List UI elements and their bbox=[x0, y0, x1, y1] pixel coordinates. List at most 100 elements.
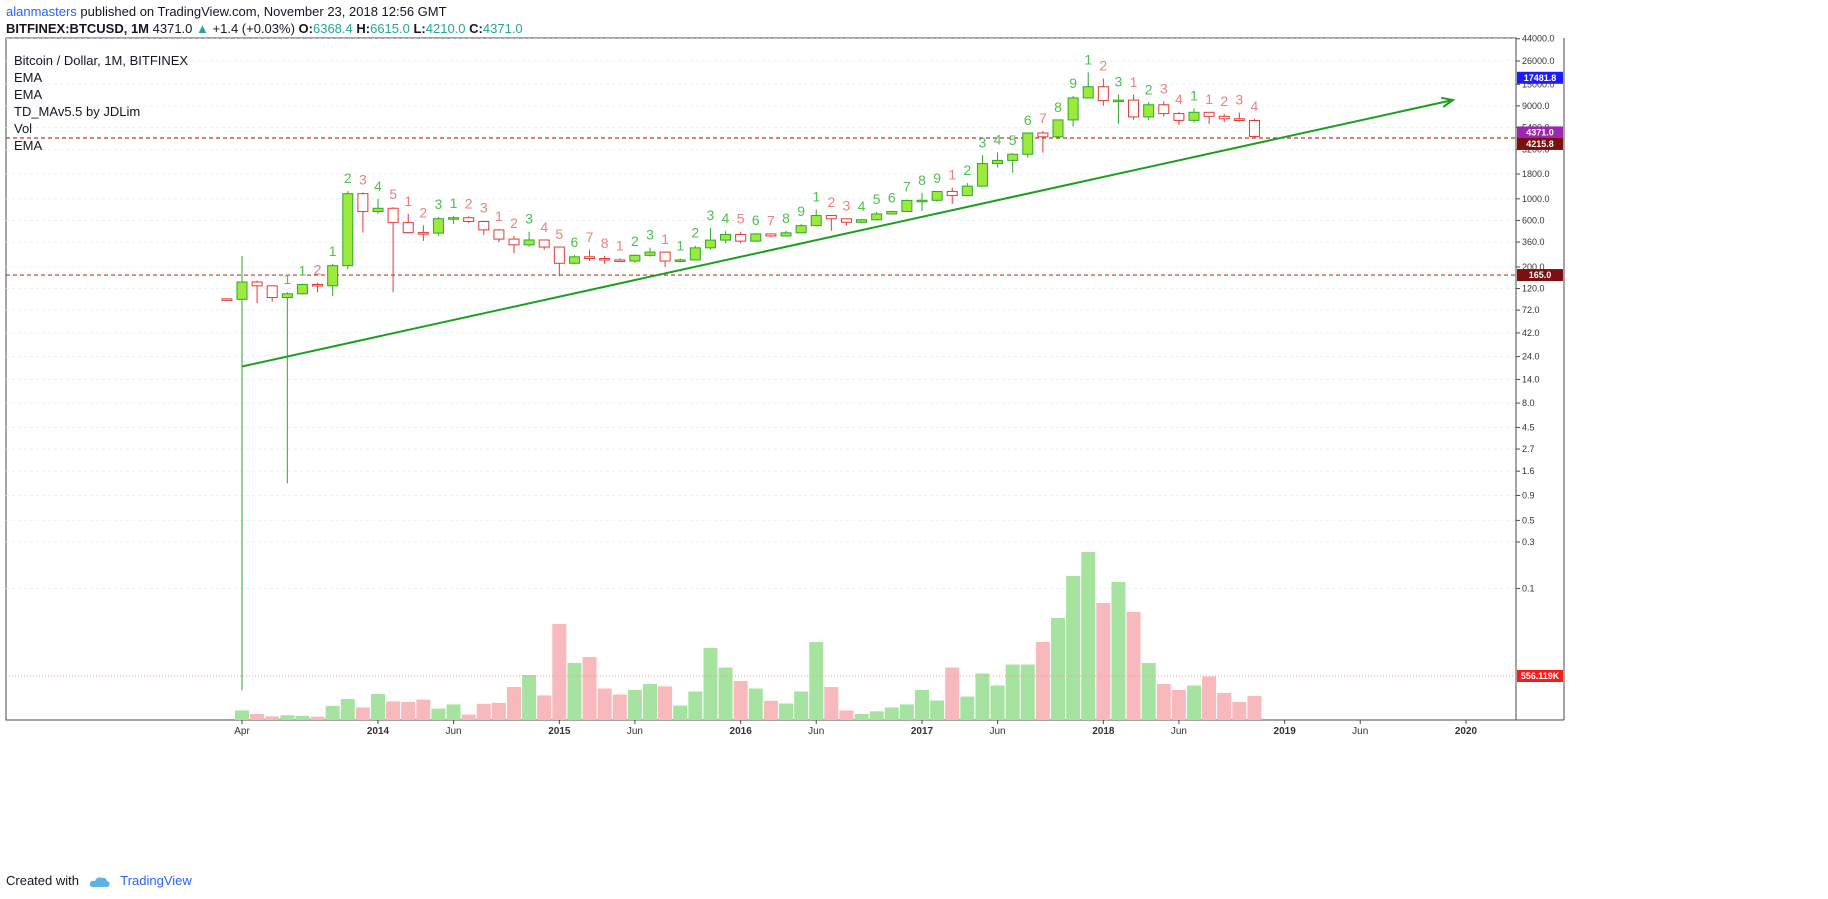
td-count-label: 5 bbox=[389, 186, 397, 202]
candle-body bbox=[1158, 104, 1170, 115]
x-tick-label: Jun bbox=[808, 726, 824, 737]
td-count-label: 7 bbox=[903, 179, 911, 195]
td-count-label: 4 bbox=[1251, 98, 1259, 114]
td-count-label: 1 bbox=[812, 188, 820, 204]
volume-bar bbox=[1111, 582, 1126, 720]
td-count-label: 3 bbox=[843, 198, 851, 214]
td-count-label: 2 bbox=[1220, 93, 1228, 109]
legend-item-ema-3[interactable]: EMA bbox=[14, 137, 188, 154]
td-count-label: 2 bbox=[1099, 58, 1107, 74]
td-count-label: 2 bbox=[963, 162, 971, 178]
td-count-label: 2 bbox=[691, 225, 699, 241]
td-count-label: 2 bbox=[631, 233, 639, 249]
legend-item-ema-1[interactable]: EMA bbox=[14, 69, 188, 86]
volume-bar bbox=[1081, 552, 1096, 720]
y-tick-label: 1000.0 bbox=[1522, 194, 1550, 204]
y-tick-label: 0.5 bbox=[1522, 515, 1535, 525]
volume-bar bbox=[1156, 684, 1171, 720]
candle-body bbox=[614, 259, 626, 262]
td-count-label: 3 bbox=[359, 171, 367, 187]
volume-bar bbox=[809, 642, 824, 720]
candle-body bbox=[1097, 86, 1109, 102]
candle-body bbox=[508, 238, 520, 246]
td-count-label: 1 bbox=[495, 208, 503, 224]
volume-bar bbox=[431, 708, 446, 720]
td-count-label: 1 bbox=[948, 167, 956, 183]
candle-body bbox=[463, 217, 475, 223]
volume-bar bbox=[552, 624, 567, 720]
tradingview-link[interactable]: TradingView bbox=[120, 873, 192, 888]
td-count-label: 1 bbox=[1190, 87, 1198, 103]
legend-item-ema-2[interactable]: EMA bbox=[14, 86, 188, 103]
price-badge-label: 165.0 bbox=[1529, 270, 1552, 280]
td-count-label: 1 bbox=[1130, 74, 1138, 90]
candle-body bbox=[387, 207, 399, 224]
candle-body bbox=[1052, 119, 1064, 138]
td-count-label: 4 bbox=[1175, 91, 1183, 107]
x-tick-label: 2017 bbox=[911, 726, 934, 737]
candle-body bbox=[357, 193, 369, 213]
td-count-label: 8 bbox=[601, 235, 609, 251]
volume-bar bbox=[280, 715, 295, 720]
td-count-label: 3 bbox=[1235, 92, 1243, 108]
volume-bar bbox=[794, 691, 809, 720]
volume-bar bbox=[461, 714, 476, 720]
legend-item-td-ma[interactable]: TD_MAv5.5 by JDLim bbox=[14, 103, 188, 120]
candle-body bbox=[659, 251, 671, 262]
td-count-label: 3 bbox=[707, 207, 715, 223]
volume-bar bbox=[265, 716, 280, 720]
volume-bar bbox=[763, 700, 778, 720]
y-tick-label: 1.6 bbox=[1522, 466, 1535, 476]
td-count-label: 1 bbox=[299, 263, 307, 279]
td-count-label: 2 bbox=[1145, 81, 1153, 97]
price-badge-label: 556.119K bbox=[1521, 671, 1560, 681]
td-count-label: 5 bbox=[555, 226, 563, 242]
volume-bar bbox=[839, 710, 854, 720]
y-tick-label: 0.9 bbox=[1522, 491, 1535, 501]
volume-bar bbox=[930, 700, 945, 720]
x-tick-label: 2015 bbox=[548, 726, 571, 737]
candle-body bbox=[568, 256, 580, 264]
volume-bar bbox=[824, 687, 839, 720]
td-count-label: 1 bbox=[661, 231, 669, 247]
candle-body bbox=[251, 281, 263, 287]
volume-bar bbox=[1217, 693, 1232, 720]
td-count-label: 8 bbox=[782, 210, 790, 226]
candle-body bbox=[1188, 111, 1200, 121]
price-badge-label: 17481.8 bbox=[1524, 73, 1557, 83]
candle-body bbox=[599, 258, 611, 261]
price-chart[interactable]: 44000.026000.015000.09000.05400.03200.01… bbox=[0, 0, 1828, 899]
candle-body bbox=[780, 232, 792, 237]
candle-body bbox=[931, 190, 943, 201]
candle-body bbox=[584, 256, 596, 260]
y-tick-label: 1800.0 bbox=[1522, 169, 1550, 179]
volume-bar bbox=[1051, 618, 1065, 720]
plot-frame bbox=[5, 37, 1517, 721]
td-count-label: 4 bbox=[722, 210, 730, 226]
candle-body bbox=[478, 221, 490, 231]
td-count-label: 7 bbox=[1039, 110, 1047, 126]
volume-bar bbox=[340, 699, 355, 720]
td-count-label: 6 bbox=[1024, 112, 1032, 128]
td-count-label: 1 bbox=[676, 237, 684, 253]
volume-bar bbox=[446, 704, 461, 720]
td-count-label: 4 bbox=[858, 198, 866, 214]
td-count-label: 4 bbox=[540, 219, 548, 235]
td-count-label: 3 bbox=[480, 199, 488, 215]
candle-body bbox=[1082, 86, 1094, 99]
volume-bar bbox=[1020, 664, 1035, 720]
candle-body bbox=[281, 293, 293, 299]
y-tick-label: 44000.0 bbox=[1522, 34, 1555, 44]
td-count-label: 2 bbox=[419, 204, 427, 220]
candle-body bbox=[871, 213, 883, 221]
volume-bar bbox=[627, 690, 642, 720]
candle-body bbox=[765, 233, 777, 237]
td-count-label: 3 bbox=[435, 196, 443, 212]
candle-body bbox=[674, 259, 686, 262]
footer: Created with TradingView bbox=[6, 873, 192, 888]
candle-body bbox=[795, 225, 807, 234]
y-tick-label: 24.0 bbox=[1522, 352, 1540, 362]
candle-body bbox=[644, 251, 656, 256]
legend-item-vol[interactable]: Vol bbox=[14, 120, 188, 137]
x-tick-label: Jun bbox=[1352, 726, 1368, 737]
